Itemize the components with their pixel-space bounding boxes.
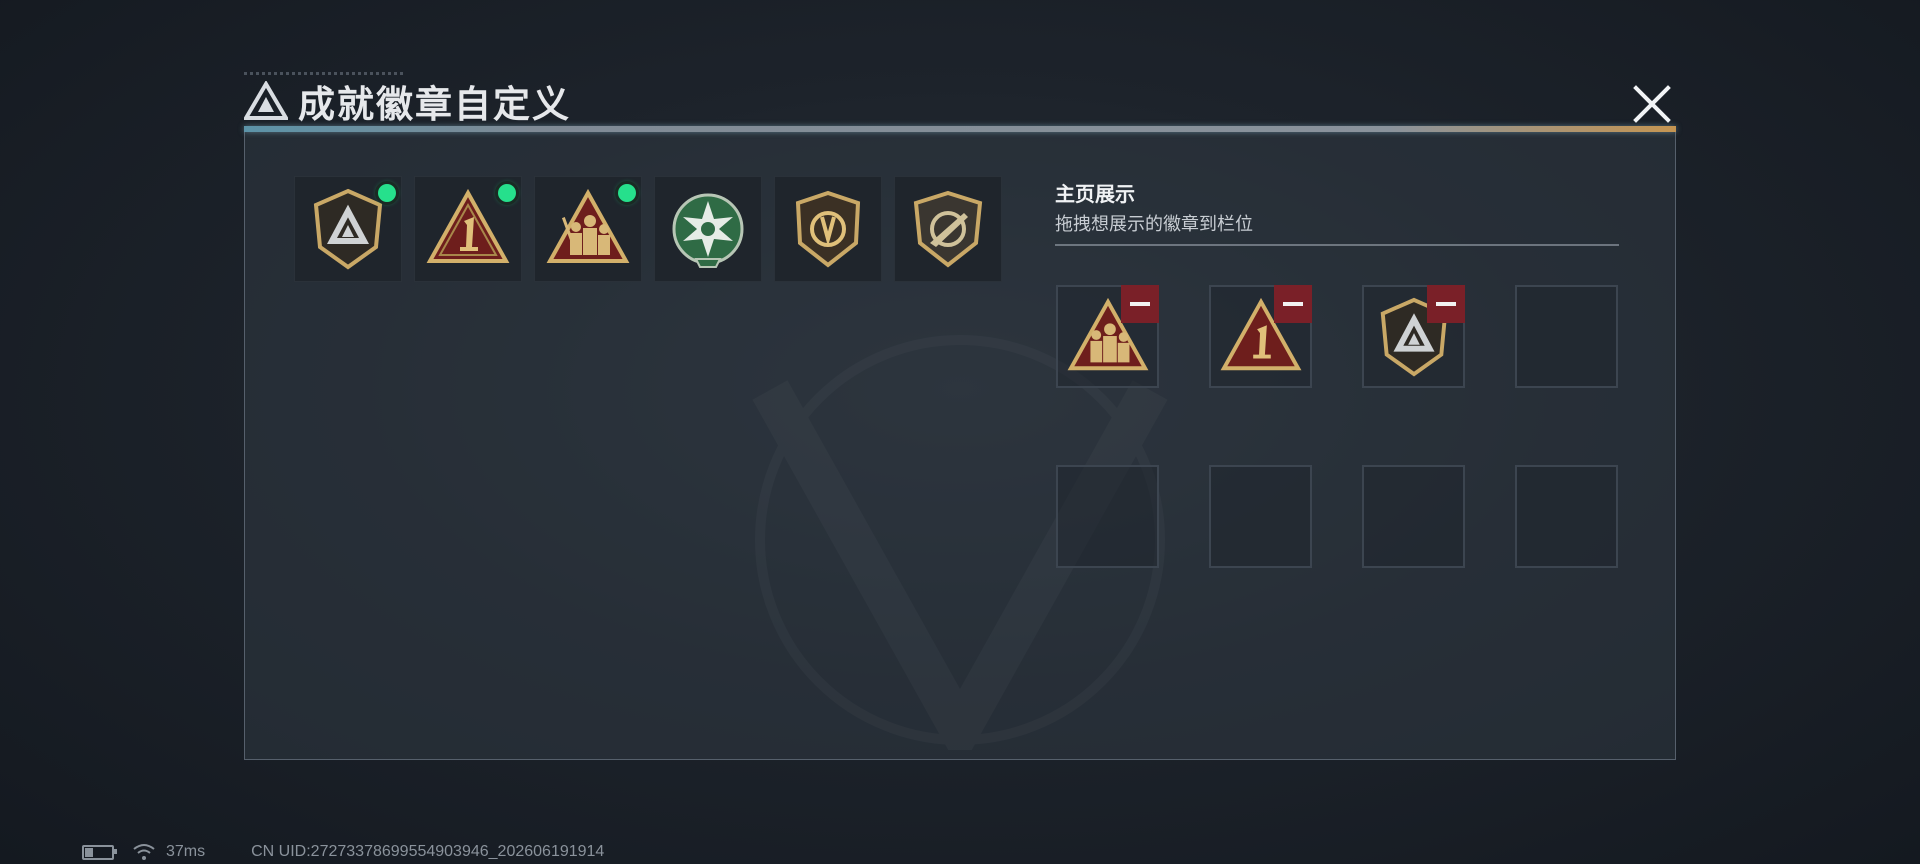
showcase-slot-grid bbox=[1056, 285, 1618, 568]
status-bar: 37ms CN UID:2727337869955490394­6_202606… bbox=[82, 842, 604, 862]
showcase-slot[interactable] bbox=[1362, 285, 1465, 388]
battery-icon bbox=[82, 844, 117, 860]
empty-showcase-slot[interactable] bbox=[1209, 465, 1312, 568]
minus-icon bbox=[1436, 302, 1456, 306]
shield-emblem-badge-icon bbox=[795, 190, 861, 268]
triangle-logo-icon bbox=[244, 81, 288, 120]
badge-item[interactable] bbox=[414, 176, 522, 282]
badge-item[interactable] bbox=[534, 176, 642, 282]
page-header: 成就徽章自定义 bbox=[244, 76, 571, 126]
battery-level bbox=[85, 847, 93, 857]
number-one-triangle-badge-icon bbox=[426, 188, 510, 263]
knife-shield-badge-icon bbox=[913, 190, 983, 268]
user-uid: CN UID:2727337869955490394­6_20260619191… bbox=[251, 843, 605, 860]
remove-button[interactable] bbox=[1121, 285, 1159, 323]
empty-showcase-slot[interactable] bbox=[1515, 465, 1618, 568]
close-icon[interactable] bbox=[1628, 80, 1676, 128]
remove-button[interactable] bbox=[1427, 285, 1465, 323]
badge-item[interactable] bbox=[894, 176, 1002, 282]
badge-item[interactable] bbox=[774, 176, 882, 282]
active-indicator bbox=[618, 184, 636, 202]
remove-button[interactable] bbox=[1274, 285, 1312, 323]
active-indicator bbox=[378, 184, 396, 202]
empty-showcase-slot[interactable] bbox=[1056, 465, 1159, 568]
soldiers-triangle-badge-icon bbox=[546, 188, 630, 263]
showcase-subtitle: 拖拽想展示的徽章到栏位 bbox=[1055, 214, 1253, 234]
showcase-title: 主页展示 bbox=[1055, 184, 1135, 206]
green-star-badge-icon bbox=[672, 193, 744, 268]
active-indicator bbox=[498, 184, 516, 202]
minus-icon bbox=[1283, 302, 1303, 306]
divider bbox=[1055, 244, 1619, 246]
empty-showcase-slot[interactable] bbox=[1515, 285, 1618, 388]
minus-icon bbox=[1130, 302, 1150, 306]
shield-triangle-badge-icon bbox=[313, 188, 383, 270]
showcase-slot[interactable] bbox=[1209, 285, 1312, 388]
owned-badge-list bbox=[294, 176, 1002, 282]
showcase-slot[interactable] bbox=[1056, 285, 1159, 388]
panel-top-bar bbox=[244, 126, 1676, 132]
page-title: 成就徽章自定义 bbox=[298, 84, 571, 125]
wifi-icon bbox=[133, 844, 155, 860]
badge-item[interactable] bbox=[654, 176, 762, 282]
ping-value: 37ms bbox=[166, 843, 206, 860]
empty-showcase-slot[interactable] bbox=[1362, 465, 1465, 568]
badge-item[interactable] bbox=[294, 176, 402, 282]
